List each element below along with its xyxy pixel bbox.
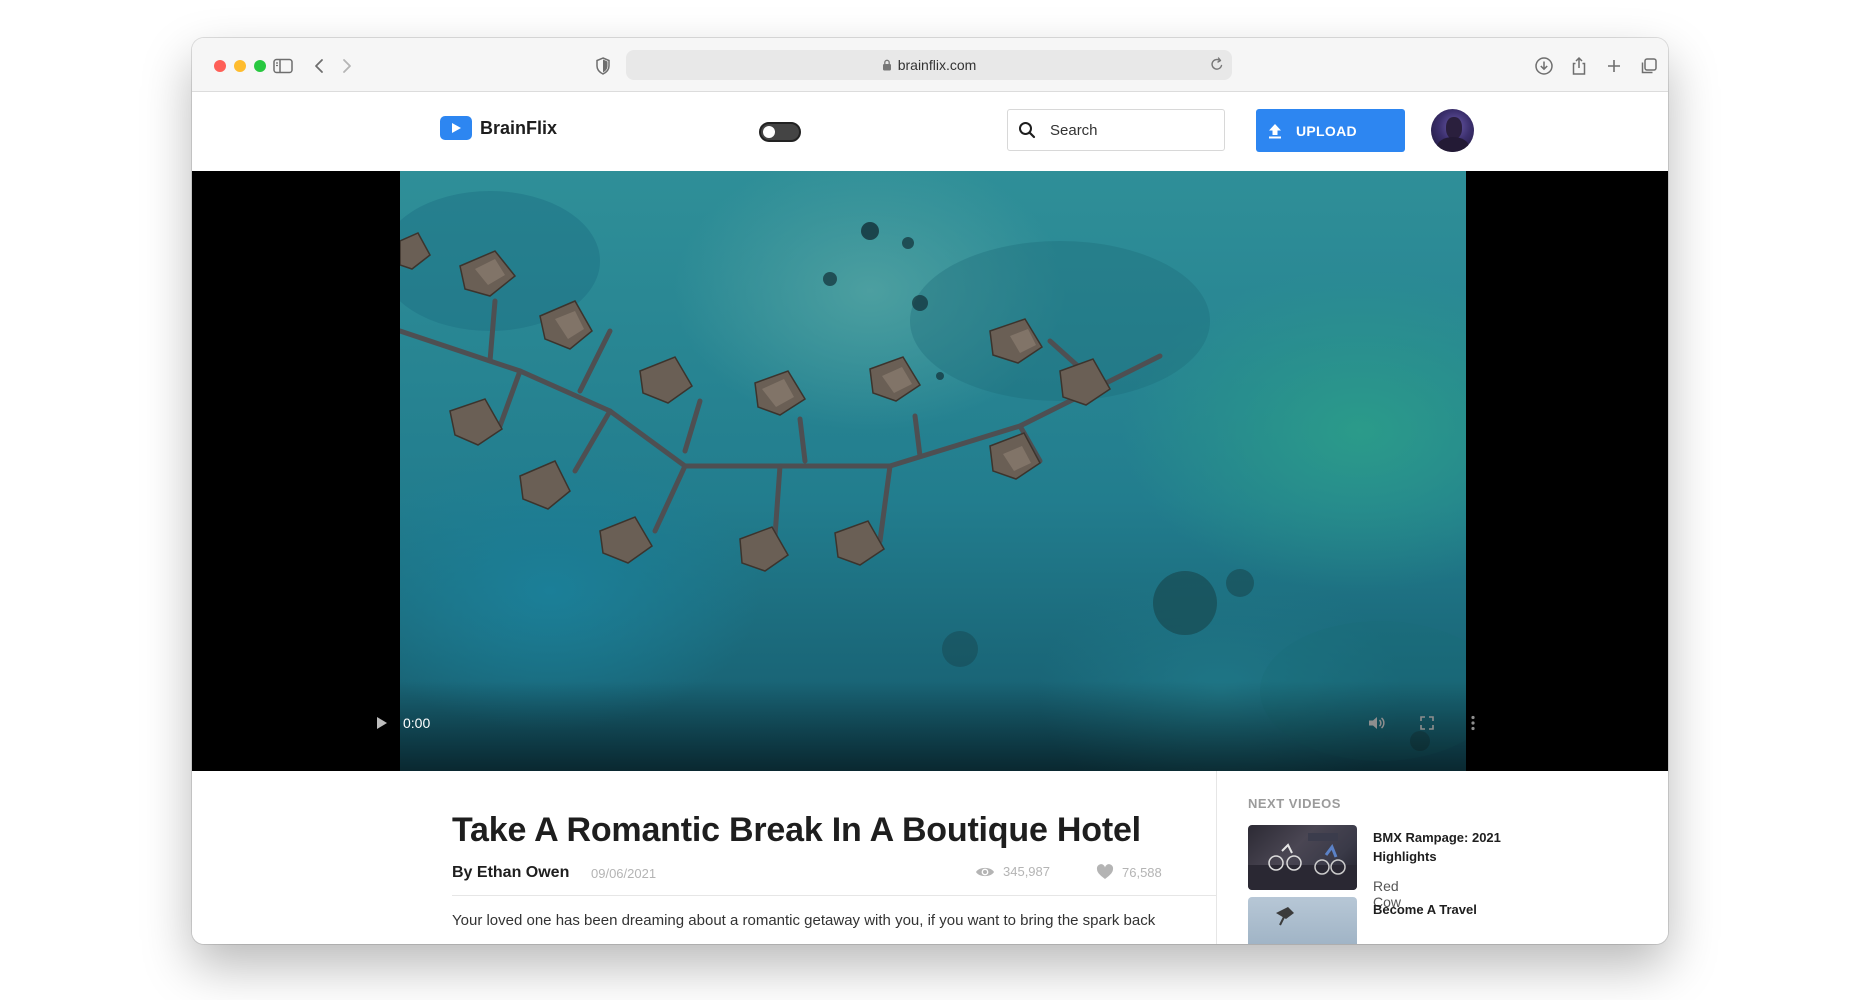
sidebar-divider — [1216, 771, 1217, 944]
next-video-thumbnail[interactable] — [1248, 897, 1357, 944]
close-window-button[interactable] — [214, 60, 226, 72]
play-logo-icon — [440, 116, 472, 140]
brainflix-logo[interactable]: BrainFlix — [440, 116, 557, 140]
browser-window: brainflix.com BrainFlix Search UPLOAD 0:… — [192, 38, 1668, 944]
tab-overview-icon[interactable] — [1636, 53, 1662, 79]
privacy-shield-icon[interactable] — [590, 53, 616, 79]
back-arrow-icon[interactable] — [306, 53, 332, 79]
volume-icon[interactable] — [1368, 715, 1386, 731]
new-tab-plus-icon[interactable] — [1601, 53, 1627, 79]
avatar-face — [1446, 117, 1462, 139]
heart-icon — [1096, 864, 1114, 880]
eye-icon — [975, 865, 995, 879]
current-time: 0:00 — [403, 715, 431, 731]
lock-icon — [882, 59, 892, 71]
upload-button[interactable]: UPLOAD — [1256, 109, 1405, 152]
next-video-title[interactable]: Become A Travel — [1373, 900, 1513, 919]
next-video-thumbnail[interactable] — [1248, 825, 1357, 890]
play-icon[interactable] — [376, 716, 388, 730]
next-video-title[interactable]: BMX Rampage: 2021 Highlights — [1373, 828, 1513, 866]
forward-arrow-icon[interactable] — [334, 53, 360, 79]
video-player[interactable]: 0:00 — [192, 171, 1668, 787]
upload-icon — [1268, 123, 1282, 139]
url-text: brainflix.com — [897, 57, 977, 73]
meta-divider — [452, 895, 1216, 896]
search-icon — [1018, 121, 1036, 139]
video-title: Take A Romantic Break In A Boutique Hote… — [452, 811, 1141, 849]
video-author: By Ethan Owen — [452, 864, 570, 881]
likes-value: 76,588 — [1122, 864, 1162, 880]
views-count: 345,987 — [975, 864, 1050, 879]
user-avatar[interactable] — [1431, 109, 1474, 152]
likes-count[interactable]: 76,588 — [1096, 864, 1162, 880]
logo-text: BrainFlix — [480, 117, 558, 138]
fullscreen-icon[interactable] — [1419, 715, 1435, 731]
share-icon[interactable] — [1566, 53, 1592, 79]
search-box[interactable] — [1007, 109, 1225, 151]
minimize-window-button[interactable] — [234, 60, 246, 72]
search-input[interactable] — [1050, 121, 1200, 139]
video-details: Take A Romantic Break In A Boutique Hote… — [192, 771, 1668, 944]
next-videos-heading: NEXT VIDEOS — [1248, 796, 1341, 811]
video-date: 09/06/2021 — [591, 866, 657, 881]
toggle-knob — [763, 126, 775, 138]
browser-toolbar: brainflix.com — [192, 38, 1668, 92]
site-header: BrainFlix UPLOAD — [192, 93, 1668, 171]
views-value: 345,987 — [1003, 864, 1050, 879]
address-bar[interactable]: brainflix.com — [626, 50, 1232, 80]
video-controls: 0:00 — [376, 705, 1486, 745]
video-description: Your loved one has been dreaming about a… — [452, 912, 1156, 929]
sidebar-toggle-icon[interactable] — [270, 53, 296, 79]
avatar-shoulders — [1437, 137, 1469, 152]
zoom-window-button[interactable] — [254, 60, 266, 72]
theme-toggle[interactable] — [759, 122, 801, 142]
video-meta: By Ethan Owen 09/06/2021 345,987 76,588 — [452, 864, 1172, 884]
download-icon[interactable] — [1531, 53, 1557, 79]
upload-label: UPLOAD — [1296, 122, 1357, 139]
reload-icon[interactable] — [1210, 56, 1224, 72]
more-options-icon[interactable] — [1470, 715, 1476, 731]
